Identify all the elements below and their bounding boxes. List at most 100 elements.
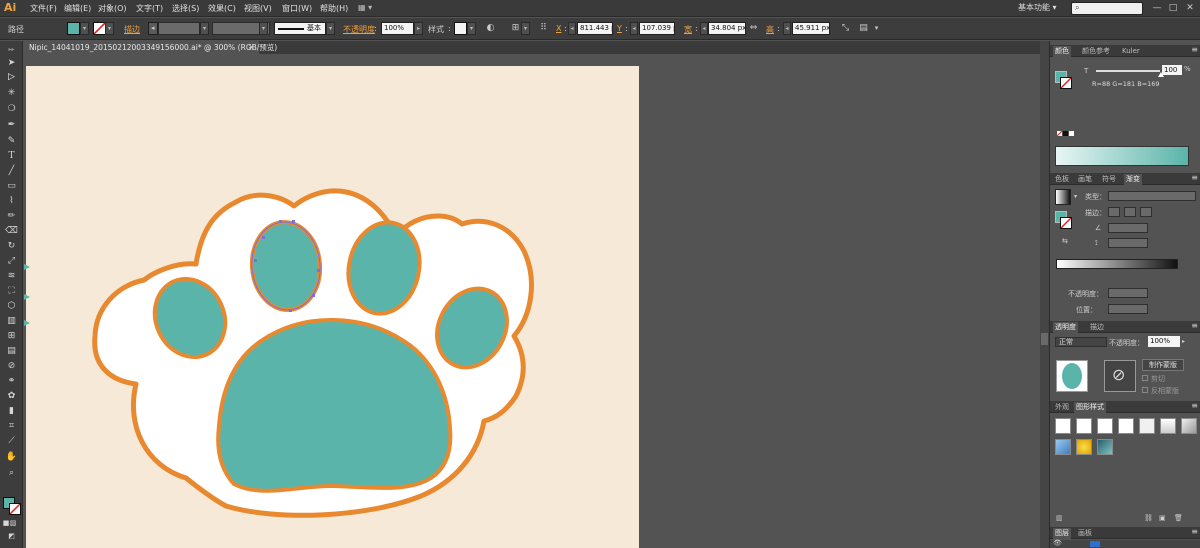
layers-panel-menu-icon[interactable]: ≡ [1191, 527, 1198, 536]
rectangle-tool-icon[interactable]: ▭ [4, 180, 19, 193]
stroke-weight-stepper[interactable]: ◂ [148, 22, 158, 35]
gradient-preview-dropdown[interactable]: ▾ [1074, 193, 1077, 200]
brush-definition[interactable]: 基本 [274, 22, 326, 35]
tab-appearance[interactable]: 外观 [1053, 402, 1071, 413]
blend-mode-select[interactable]: 正常 [1055, 337, 1107, 347]
y-field[interactable]: 107.039 p [639, 22, 675, 35]
menu-file[interactable]: 文件(F) [30, 3, 57, 14]
paintbrush-tool-icon[interactable]: ⌇ [4, 195, 19, 208]
column-graph-tool-icon[interactable]: ▮ [4, 405, 19, 418]
search-input[interactable]: ⌕ [1071, 2, 1143, 15]
direct-selection-tool-icon[interactable]: ▷ [4, 71, 19, 84]
new-style-icon[interactable]: ▣ [1159, 514, 1166, 522]
invert-mask-checkbox[interactable] [1142, 387, 1148, 393]
pencil-tool-icon[interactable]: ✏ [4, 210, 19, 223]
eyedropper-tool-icon[interactable]: ⊘ [4, 360, 19, 373]
canvas-area[interactable] [24, 54, 1048, 548]
tab-brushes[interactable]: 画笔 [1076, 174, 1094, 185]
menu-view[interactable]: 视图(V) [244, 3, 272, 14]
menu-window[interactable]: 窗口(W) [282, 3, 312, 14]
gradient-slider-bar[interactable] [1056, 259, 1178, 269]
y-label[interactable]: Y [617, 24, 622, 33]
document-tab[interactable]: Nipic_14041019_20150212003349156000.ai* … [23, 41, 277, 54]
gradient-tool-icon[interactable]: ▤ [4, 345, 19, 358]
color-spectrum-bar[interactable] [1055, 146, 1189, 166]
opacity-field[interactable]: 100% [381, 22, 414, 35]
paw-illustration[interactable] [26, 66, 639, 548]
style-swatch-3[interactable] [1097, 418, 1113, 434]
style-libraries-icon[interactable]: ▥ [1056, 514, 1063, 522]
opacity-arrow-icon[interactable]: ▸ [1182, 338, 1185, 345]
fill-dropdown[interactable]: ▾ [80, 22, 89, 35]
toolbar-grip-icon[interactable]: ▸▸ [4, 43, 19, 56]
minimize-button[interactable]: — [1150, 2, 1164, 14]
graphic-style-swatch[interactable] [454, 22, 467, 35]
brush-dropdown[interactable]: ▾ [326, 22, 335, 35]
transparency-panel-menu-icon[interactable]: ≡ [1191, 321, 1198, 330]
scale-tool-icon[interactable]: ⤢ [4, 255, 19, 268]
tint-value-field[interactable]: 100 [1162, 65, 1182, 75]
style-swatch-5[interactable] [1139, 418, 1155, 434]
transform-icon[interactable]: ⤡ [840, 23, 851, 34]
tint-slider-track[interactable] [1096, 70, 1160, 72]
free-transform-tool-icon[interactable]: ⛶ [4, 285, 19, 298]
menu-select[interactable]: 选择(S) [172, 3, 199, 14]
symbol-sprayer-tool-icon[interactable]: ✿ [4, 390, 19, 403]
gradient-stroke-box[interactable] [1060, 217, 1072, 229]
layer-row[interactable]: 👁 [1050, 539, 1200, 548]
tab-graphic-styles[interactable]: 图形样式 [1074, 402, 1106, 413]
stroke-panel-link[interactable]: 描边 [124, 24, 140, 35]
control-bar-menu-icon[interactable]: ▾ [871, 23, 882, 34]
tab-gradient[interactable]: 渐变 [1124, 174, 1142, 185]
gradient-aspect-field[interactable] [1108, 238, 1148, 248]
curvature-tool-icon[interactable]: ✎ [4, 135, 19, 148]
y-stepper[interactable]: ◂ [630, 22, 638, 35]
align-dropdown[interactable]: ▾ [521, 22, 530, 35]
x-label[interactable]: X [556, 24, 561, 33]
tab-swatches[interactable]: 色板 [1053, 174, 1071, 185]
height-field[interactable]: 45.911 px [792, 22, 830, 35]
style-swatch-9[interactable] [1076, 439, 1092, 455]
gradient-opacity-field[interactable] [1108, 288, 1148, 298]
x-stepper[interactable]: ◂ [568, 22, 576, 35]
graphic-style-dropdown[interactable]: ▾ [467, 22, 476, 35]
artboard[interactable] [26, 66, 639, 548]
gradient-type-select[interactable] [1108, 191, 1196, 201]
type-tool-icon[interactable]: T [4, 150, 19, 163]
close-window-button[interactable]: ✕ [1183, 2, 1197, 14]
magic-wand-tool-icon[interactable]: ✳ [4, 87, 19, 100]
tab-stroke[interactable]: 描边 [1088, 322, 1106, 333]
gradient-panel-menu-icon[interactable]: ≡ [1191, 173, 1198, 182]
menu-edit[interactable]: 编辑(E) [64, 3, 91, 14]
close-document-icon[interactable]: ✕ [248, 41, 255, 54]
stroke-weight-field[interactable] [158, 22, 200, 35]
tab-artboards[interactable]: 画板 [1076, 528, 1094, 539]
width-label[interactable]: 宽 [684, 24, 692, 35]
width-field[interactable]: 34.804 px [708, 22, 746, 35]
style-swatch-2[interactable] [1076, 418, 1092, 434]
align-grid-icon[interactable]: ⊞ [510, 23, 521, 34]
opacity-dropdown[interactable]: ▸ [414, 22, 423, 35]
none-color-chip[interactable] [1057, 131, 1062, 136]
style-swatch-default[interactable] [1055, 418, 1071, 434]
make-mask-button[interactable]: 制作蒙版 [1142, 359, 1184, 371]
tab-transparency[interactable]: 透明度 [1053, 322, 1078, 333]
mesh-tool-icon[interactable]: ⊞ [4, 330, 19, 343]
delete-style-icon[interactable]: 🗑 [1174, 514, 1183, 522]
color-panel-menu-icon[interactable]: ≡ [1191, 45, 1198, 54]
white-color-chip[interactable] [1069, 131, 1074, 136]
recolor-icon[interactable]: ◐ [485, 23, 496, 34]
dock-scroll-thumb[interactable] [1041, 333, 1048, 345]
artboard-tool-icon[interactable]: ⌗ [4, 420, 19, 433]
tab-color-guide[interactable]: 颜色参考 [1080, 46, 1112, 57]
dock-scrollbar[interactable] [1040, 41, 1049, 548]
transparency-opacity-field[interactable]: 100% [1148, 336, 1180, 347]
constrain-proportions-icon[interactable]: ⇔ [748, 23, 759, 34]
clip-checkbox[interactable] [1142, 375, 1148, 381]
opacity-panel-link[interactable]: 不透明度 [343, 24, 375, 35]
stroke-weight-dropdown[interactable]: ▾ [200, 22, 209, 35]
gradient-angle-field[interactable] [1108, 223, 1148, 233]
style-swatch-8[interactable] [1055, 439, 1071, 455]
stroke-dropdown[interactable]: ▾ [105, 22, 114, 35]
hand-tool-icon[interactable]: ✋ [4, 451, 19, 464]
